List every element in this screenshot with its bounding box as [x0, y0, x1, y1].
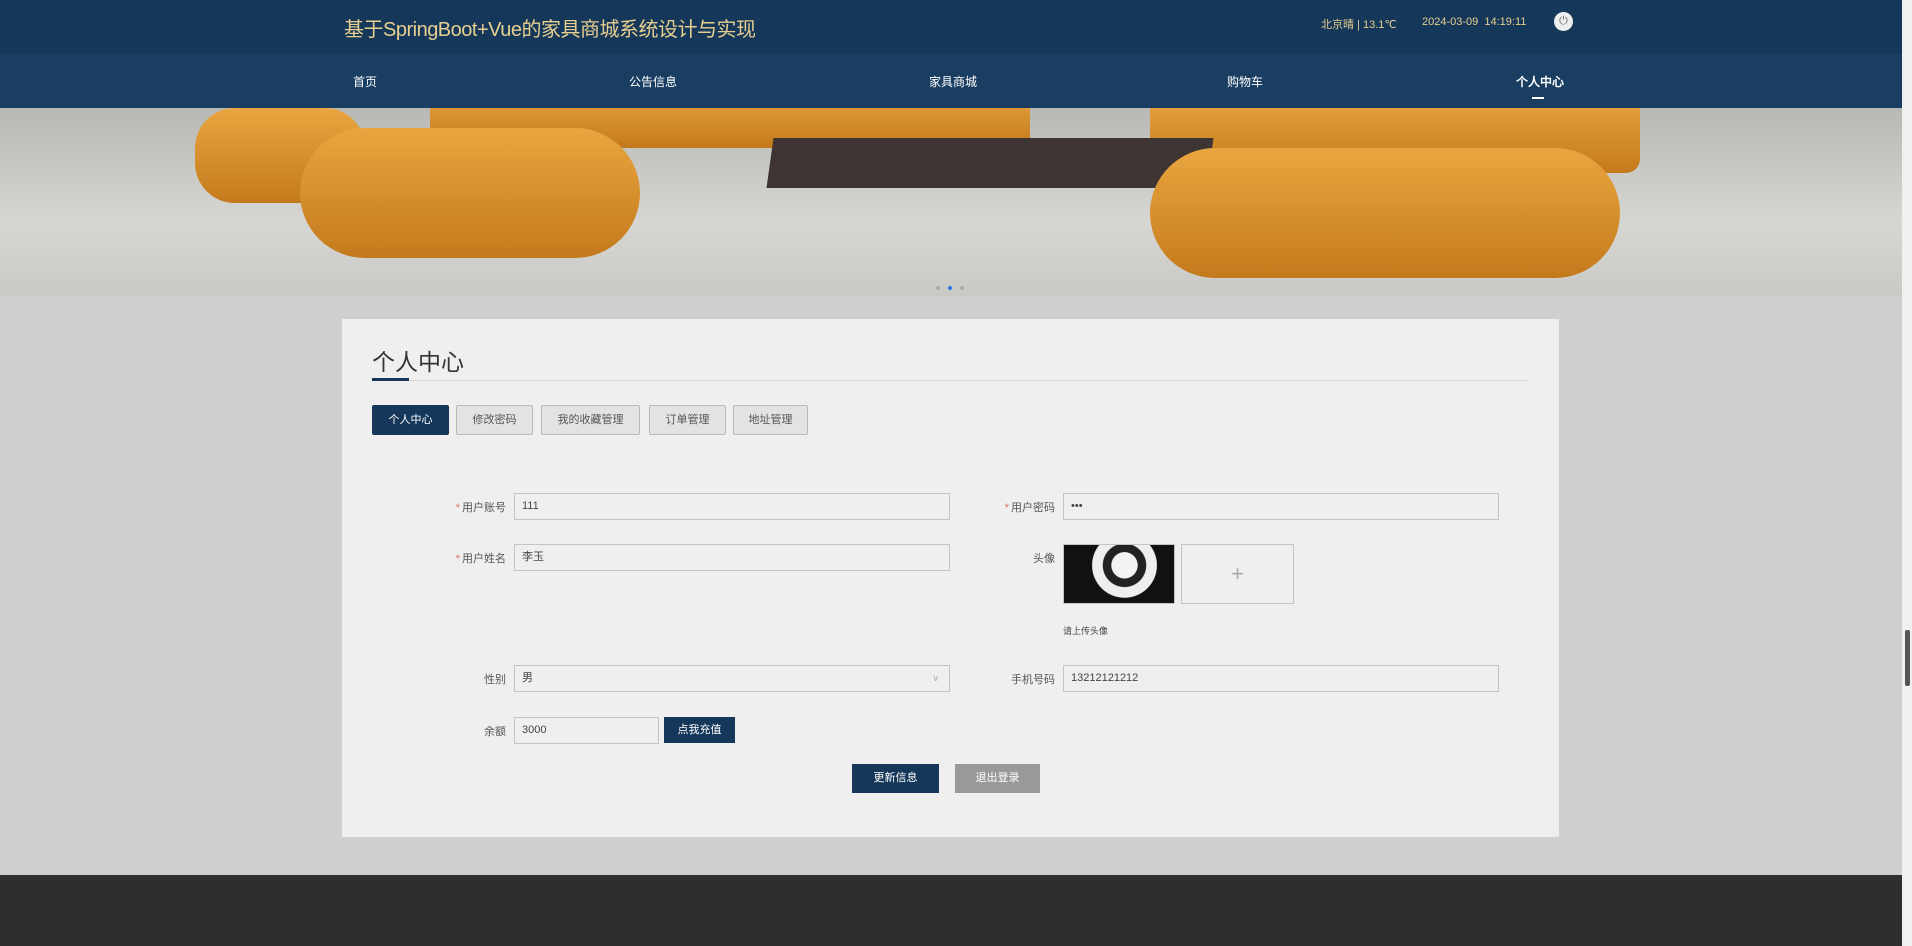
recharge-button[interactable]: 点我充值	[664, 717, 735, 743]
label-text: 用户密码	[1011, 502, 1055, 514]
title-underline	[372, 378, 409, 381]
gender-value: 男	[522, 672, 533, 684]
carousel-dot-active[interactable]	[948, 286, 952, 290]
page-title: 个人中心	[372, 349, 464, 375]
account-input[interactable]: 111	[514, 493, 950, 520]
carousel-dot[interactable]	[936, 286, 940, 290]
carousel-dot[interactable]	[960, 286, 964, 290]
scrollbar[interactable]	[1902, 0, 1912, 946]
tab-change-password[interactable]: 修改密码	[456, 405, 533, 435]
site-title: 基于SpringBoot+Vue的家具商城系统设计与实现	[344, 19, 756, 41]
nav-personal-center[interactable]: 个人中心	[1516, 73, 1564, 90]
name-label: * 用户姓名	[386, 550, 506, 566]
nav-furniture-mall[interactable]: 家具商城	[929, 73, 977, 90]
power-icon[interactable]: ⏻	[1554, 12, 1573, 31]
name-input[interactable]: 李玉	[514, 544, 950, 571]
logout-button[interactable]: 退出登录	[955, 764, 1040, 793]
label-text: 用户姓名	[462, 553, 506, 565]
nav-notices[interactable]: 公告信息	[629, 73, 677, 90]
tab-favorites[interactable]: 我的收藏管理	[541, 405, 640, 435]
nav-cart[interactable]: 购物车	[1227, 73, 1263, 90]
required-mark: *	[1004, 502, 1009, 514]
scrollbar-thumb[interactable]	[1905, 630, 1910, 686]
header	[0, 0, 1912, 54]
account-label: * 用户账号	[386, 499, 506, 515]
tab-orders[interactable]: 订单管理	[649, 405, 726, 435]
required-mark: *	[455, 502, 460, 514]
nav-home[interactable]: 首页	[353, 73, 377, 90]
weather: 北京晴 | 13.1℃	[1321, 19, 1397, 31]
balance-input[interactable]: 3000	[514, 717, 659, 744]
upload-plus-icon[interactable]: +	[1181, 544, 1294, 604]
avatar-image[interactable]	[1063, 544, 1175, 604]
datetime: 2024-03-09 14:19:11	[1422, 16, 1527, 28]
avatar-label: 头像	[1033, 553, 1055, 565]
label-text: 用户账号	[462, 502, 506, 514]
nav-active-indicator	[1532, 97, 1544, 99]
password-input[interactable]: •••	[1063, 493, 1499, 520]
balance-label: 余额	[484, 726, 506, 738]
tab-personal-center[interactable]: 个人中心	[372, 405, 449, 435]
footer	[0, 875, 1902, 946]
tab-addresses[interactable]: 地址管理	[733, 405, 808, 435]
gender-select[interactable]: 男 ∨	[514, 665, 950, 692]
gender-label: 性别	[484, 674, 506, 686]
phone-input[interactable]: 13212121212	[1063, 665, 1499, 692]
personal-center-card	[342, 319, 1559, 837]
phone-label: 手机号码	[1011, 674, 1055, 686]
avatar-hint: 请上传头像	[1063, 626, 1109, 636]
update-info-button[interactable]: 更新信息	[852, 764, 939, 793]
password-label: * 用户密码	[935, 499, 1055, 515]
required-mark: *	[455, 553, 460, 565]
banner-carousel[interactable]	[0, 108, 1902, 296]
divider	[409, 380, 1528, 381]
